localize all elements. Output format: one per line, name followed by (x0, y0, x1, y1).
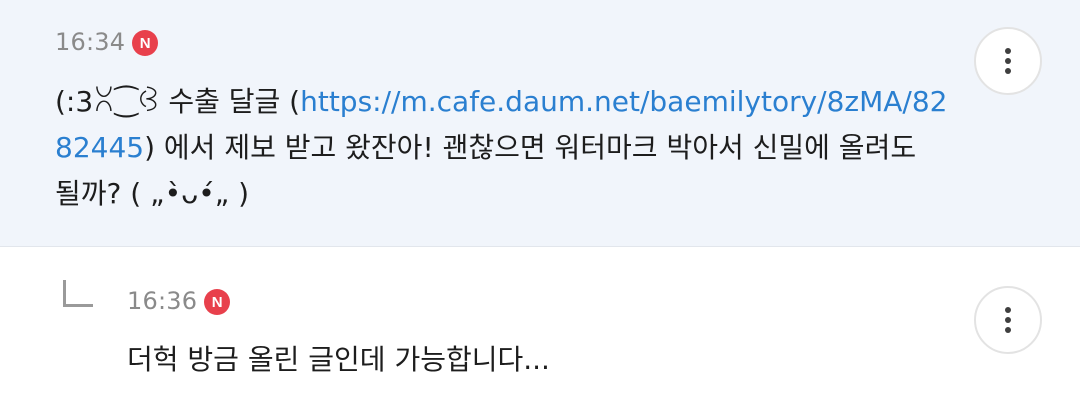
more-vertical-icon (1005, 307, 1011, 313)
comment-link[interactable]: https://m.cafe.daum.net/baemilytory/8zMA… (300, 85, 947, 118)
comment-item: 16:34 N (:3ꇤ⁐ꃳ 수출 달글 (https://m.cafe.dau… (0, 0, 1080, 247)
comment-time: 16:34 (55, 28, 126, 56)
comment-meta: 16:34 N (55, 28, 159, 56)
reply-arrow-icon (63, 280, 93, 307)
new-badge-icon: N (132, 30, 159, 56)
more-dot (1005, 327, 1011, 333)
comment-text-line-1: (:3ꇤ⁐ꃳ 수출 달글 (https://m.cafe.daum.net/ba… (55, 79, 955, 125)
comment-text-pre: (:3ꇤ⁐ꃳ 수출 달글 ( (55, 85, 301, 118)
comment-link-cont[interactable]: 82445 (55, 131, 144, 164)
reply-meta: 16:36 N (127, 287, 231, 315)
more-dot (1005, 317, 1011, 323)
comment-text-line-3: 될까? ( „•̀ᴗ•́„ ) (55, 177, 250, 210)
new-badge-icon: N (204, 289, 231, 315)
reply-item: 16:36 N 더헉 방금 올린 글인데 가능합니다... (0, 248, 1080, 412)
more-dot (1005, 58, 1011, 64)
more-vertical-icon (1005, 48, 1011, 54)
reply-time: 16:36 (127, 287, 198, 315)
comment-text-post: ) 에서 제보 받고 왔잔아! 괜찮으면 워터마크 박아서 신밀에 올려도 (144, 131, 917, 164)
comment-text: (:3ꇤ⁐ꃳ 수출 달글 (https://m.cafe.daum.net/ba… (55, 79, 955, 217)
more-dot (1005, 68, 1011, 74)
more-options-button[interactable] (974, 27, 1042, 95)
comment-text-line-2: 82445) 에서 제보 받고 왔잔아! 괜찮으면 워터마크 박아서 신밀에 올… (55, 125, 955, 171)
reply-text: 더헉 방금 올린 글인데 가능합니다... (127, 343, 550, 376)
reply-more-options-button[interactable] (974, 286, 1042, 354)
